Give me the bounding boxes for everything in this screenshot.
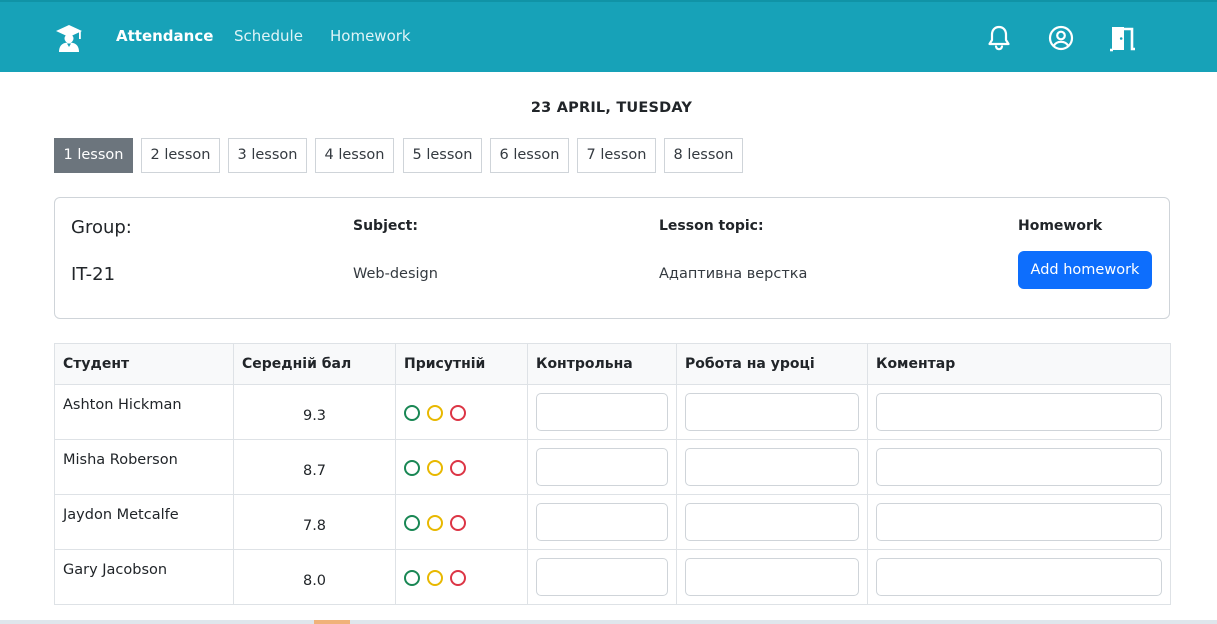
comment-input[interactable] [876,393,1162,431]
nav-homework[interactable]: Homework [330,26,411,46]
comment-cell [867,549,1171,605]
date-title: 23 APRIL, TUESDAY [530,100,693,116]
attendance-cell [395,384,528,440]
classwork-cell [676,549,868,605]
table-row: Jaydon Metcalfe 7.8 [54,494,1171,550]
classwork-cell [676,439,868,495]
student-name: Ashton Hickman [54,384,234,440]
comment-cell [867,494,1171,550]
attendance-cell [395,549,528,605]
lesson-tab-1[interactable]: 1 lesson [54,138,133,173]
table-row: Ashton Hickman 9.3 [54,384,1171,440]
graduation-cap-icon[interactable] [56,24,82,52]
test-cell [527,439,677,495]
late-radio[interactable] [427,460,443,476]
user-circle-icon[interactable] [1047,24,1075,52]
student-table: Студент Середній бал Присутній Контрольн… [54,343,1171,605]
header-comment: Коментар [867,343,1171,385]
lesson-topic-label: Lesson topic: [659,218,764,234]
late-radio[interactable] [427,515,443,531]
classwork-input[interactable] [685,558,859,596]
lesson-tab-6[interactable]: 6 lesson [490,138,569,173]
attendance-cell [395,494,528,550]
header-test: Контрольна [527,343,677,385]
student-name: Gary Jacobson [54,549,234,605]
test-input[interactable] [536,448,668,486]
bottom-scroll-strip [0,620,1217,624]
average-score: 8.0 [233,549,396,605]
test-cell [527,549,677,605]
test-cell [527,384,677,440]
absent-radio[interactable] [450,405,466,421]
late-radio[interactable] [427,570,443,586]
bell-icon[interactable] [985,24,1013,52]
logout-door-icon[interactable] [1109,24,1137,52]
student-name: Misha Roberson [54,439,234,495]
classwork-cell [676,384,868,440]
test-input[interactable] [536,393,668,431]
subject-value: Web-design [353,266,438,282]
classwork-input[interactable] [685,393,859,431]
absent-radio[interactable] [450,460,466,476]
lesson-topic-value: Адаптивна верстка [659,266,808,282]
classwork-cell [676,494,868,550]
nav-schedule[interactable]: Schedule [234,26,303,46]
nav-attendance[interactable]: Attendance [116,26,213,46]
header-classwork: Робота на уроці [676,343,868,385]
present-radio[interactable] [404,515,420,531]
present-radio[interactable] [404,460,420,476]
table-header-row: Студент Середній бал Присутній Контрольн… [54,343,1171,385]
average-score: 9.3 [233,384,396,440]
average-score: 8.7 [233,439,396,495]
late-radio[interactable] [427,405,443,421]
navbar: Attendance Schedule Homework [0,0,1217,72]
absent-radio[interactable] [450,515,466,531]
header-average: Середній бал [233,343,396,385]
subject-label: Subject: [353,218,418,234]
present-radio[interactable] [404,405,420,421]
comment-input[interactable] [876,503,1162,541]
classwork-input[interactable] [685,503,859,541]
attendance-cell [395,439,528,495]
comment-input[interactable] [876,448,1162,486]
test-input[interactable] [536,558,668,596]
test-cell [527,494,677,550]
homework-label: Homework [1018,218,1103,234]
lesson-tab-3[interactable]: 3 lesson [228,138,307,173]
average-score: 7.8 [233,494,396,550]
table-row: Misha Roberson 8.7 [54,439,1171,495]
absent-radio[interactable] [450,570,466,586]
lesson-tab-5[interactable]: 5 lesson [403,138,482,173]
present-radio[interactable] [404,570,420,586]
student-name: Jaydon Metcalfe [54,494,234,550]
lesson-tab-4[interactable]: 4 lesson [315,138,394,173]
group-label: Group: [71,217,132,238]
header-student: Студент [54,343,234,385]
comment-input[interactable] [876,558,1162,596]
table-row: Gary Jacobson 8.0 [54,549,1171,605]
test-input[interactable] [536,503,668,541]
lesson-tab-8[interactable]: 8 lesson [664,138,743,173]
add-homework-button[interactable]: Add homework [1018,251,1152,289]
comment-cell [867,439,1171,495]
group-value: IT-21 [71,264,116,285]
lesson-tab-2[interactable]: 2 lesson [141,138,220,173]
lesson-tab-7[interactable]: 7 lesson [577,138,656,173]
classwork-input[interactable] [685,448,859,486]
header-present: Присутній [395,343,528,385]
scroll-marker [314,620,350,624]
lesson-info-card: Group: IT-21 Subject: Web-design Lesson … [54,197,1170,319]
comment-cell [867,384,1171,440]
